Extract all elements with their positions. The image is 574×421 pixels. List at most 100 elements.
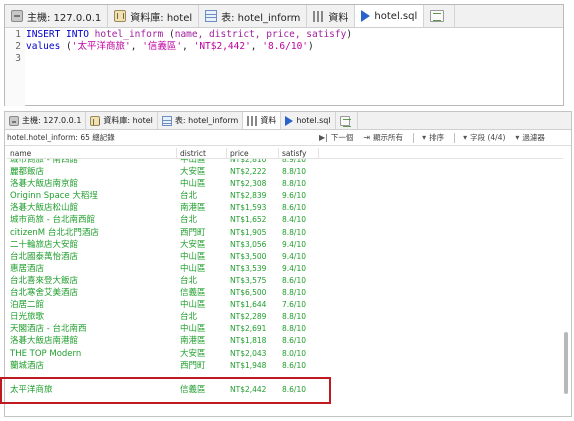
cell-district[interactable]: 南港區: [177, 335, 227, 347]
cell-satisfy[interactable]: 9.4/10: [279, 263, 319, 275]
table-row[interactable]: 二十輪旅店大安館 大安區 NT$3,056 9.4/10: [7, 239, 319, 251]
cell-name[interactable]: 城市商旅 - 台北南西館: [7, 214, 177, 226]
cell-satisfy[interactable]: 8.8/10: [279, 311, 319, 323]
cell-satisfy[interactable]: 8.6/10: [279, 275, 319, 287]
tab-data[interactable]: 資料: [243, 112, 282, 129]
cell-name[interactable]: [7, 372, 177, 384]
cell-district[interactable]: 大安區: [177, 348, 227, 360]
cell-satisfy[interactable]: 9.4/10: [279, 251, 319, 263]
tab-query[interactable]: hotel.sql: [281, 112, 336, 129]
cell-district[interactable]: 大安區: [177, 239, 227, 251]
cell-name[interactable]: 台北寒舍艾美酒店: [7, 287, 177, 299]
cell-price[interactable]: NT$2,289: [227, 311, 279, 323]
cell-name[interactable]: THE TOP Modern: [7, 348, 177, 360]
table-row[interactable]: 洛碁大飯店南京館 中山區 NT$2,308 8.8/10: [7, 178, 319, 190]
cell-name[interactable]: Originn Space 大稻埕: [7, 190, 177, 202]
sort-button[interactable]: ▾ 排序: [422, 132, 444, 143]
cell-price[interactable]: NT$2,222: [227, 166, 279, 178]
cell-price[interactable]: NT$2,839: [227, 190, 279, 202]
cell-price[interactable]: NT$1,644: [227, 299, 279, 311]
table-row[interactable]: 台北國泰萬怡酒店 中山區 NT$3,500 9.4/10: [7, 251, 319, 263]
cell-satisfy[interactable]: 8.9/10: [279, 159, 319, 166]
cell-satisfy[interactable]: 8.4/10: [279, 214, 319, 226]
tab-new-query[interactable]: [336, 112, 358, 129]
cell-district[interactable]: 南港區: [177, 202, 227, 214]
cell-price[interactable]: NT$3,539: [227, 263, 279, 275]
cell-price[interactable]: NT$1,818: [227, 335, 279, 347]
cell-price[interactable]: NT$3,056: [227, 239, 279, 251]
cell-satisfy[interactable]: 8.8/10: [279, 287, 319, 299]
cell-name[interactable]: 台北喜來登大飯店: [7, 275, 177, 287]
cell-satisfy[interactable]: 7.6/10: [279, 299, 319, 311]
cell-price[interactable]: NT$1,948: [227, 360, 279, 372]
table-row[interactable]: 台北寒舍艾美酒店 信義區 NT$6,500 8.8/10: [7, 287, 319, 299]
cell-price[interactable]: NT$3,575: [227, 275, 279, 287]
cell-district[interactable]: 中山區: [177, 299, 227, 311]
cell-name[interactable]: 城市商旅 - 南西館: [7, 159, 177, 166]
tab-host[interactable]: 主機: 127.0.0.1: [5, 5, 109, 27]
table-row[interactable]: 太平洋商旅 信義區 NT$2,442 8.6/10: [7, 384, 319, 396]
cell-district[interactable]: 信義區: [177, 287, 227, 299]
cell-name[interactable]: 天閣酒店 - 台北南西: [7, 323, 177, 335]
cell-price[interactable]: NT$1,652: [227, 214, 279, 226]
filter-button[interactable]: ▾ 過濾器: [515, 132, 545, 143]
cell-district[interactable]: 大安區: [177, 166, 227, 178]
cell-satisfy[interactable]: 8.8/10: [279, 178, 319, 190]
table-row[interactable]: 洛碁大飯店南港館 南港區 NT$1,818 8.6/10: [7, 335, 319, 347]
cell-satisfy[interactable]: 8.6/10: [279, 202, 319, 214]
result-grid[interactable]: name district price satisfy 城市商旅 - 南西館 中山…: [7, 148, 563, 414]
cell-district[interactable]: [177, 372, 227, 384]
cell-satisfy[interactable]: 8.6/10: [279, 360, 319, 372]
tab-database[interactable]: 資料庫: hotel: [108, 5, 200, 27]
cell-price[interactable]: NT$2,308: [227, 178, 279, 190]
cell-district[interactable]: 西門町: [177, 227, 227, 239]
show-all-button[interactable]: ⇥ 顯示所有: [363, 132, 403, 143]
tab-database[interactable]: 資料庫: hotel: [86, 112, 158, 129]
table-row[interactable]: 蘭城酒店 西門町 NT$1,948 8.6/10: [7, 360, 319, 372]
cell-district[interactable]: 台北: [177, 275, 227, 287]
cell-price[interactable]: NT$2,442: [227, 384, 279, 396]
column-header-name[interactable]: name: [7, 148, 177, 158]
cell-name[interactable]: 洛碁大飯店南京館: [7, 178, 177, 190]
cell-district[interactable]: 中山區: [177, 263, 227, 275]
cell-district[interactable]: 中山區: [177, 159, 227, 166]
cell-satisfy[interactable]: 8.8/10: [279, 227, 319, 239]
table-row[interactable]: THE TOP Modern 大安區 NT$2,043 8.0/10: [7, 348, 319, 360]
cell-satisfy[interactable]: 8.8/10: [279, 166, 319, 178]
tab-query[interactable]: hotel.sql: [355, 5, 425, 27]
cell-price[interactable]: NT$2,810: [227, 159, 279, 166]
cell-price[interactable]: [227, 372, 279, 384]
cell-name[interactable]: 太平洋商旅: [7, 384, 177, 396]
cell-satisfy[interactable]: [279, 372, 319, 384]
cell-name[interactable]: 蘭城酒店: [7, 360, 177, 372]
tab-table[interactable]: 表: hotel_inform: [199, 5, 308, 27]
table-row[interactable]: 天閣酒店 - 台北南西 中山區 NT$2,691 8.8/10: [7, 323, 319, 335]
cell-name[interactable]: 二十輪旅店大安館: [7, 239, 177, 251]
cell-price[interactable]: NT$3,500: [227, 251, 279, 263]
cell-district[interactable]: 信義區: [177, 384, 227, 396]
cell-satisfy[interactable]: 8.6/10: [279, 335, 319, 347]
cell-satisfy[interactable]: 9.4/10: [279, 239, 319, 251]
columns-button[interactable]: ▾ 字段 (4/4): [463, 132, 505, 143]
cell-name[interactable]: 洛碁大飯店南港館: [7, 335, 177, 347]
cell-satisfy[interactable]: 8.6/10: [279, 384, 319, 396]
table-row[interactable]: 麗都飯店 大安區 NT$2,222 8.8/10: [7, 166, 319, 178]
cell-district[interactable]: 中山區: [177, 251, 227, 263]
cell-name[interactable]: 洛碁大飯店松山館: [7, 202, 177, 214]
vertical-scrollbar[interactable]: [563, 148, 569, 412]
cell-price[interactable]: NT$2,043: [227, 348, 279, 360]
column-header-satisfy[interactable]: satisfy: [279, 148, 319, 158]
column-header-price[interactable]: price: [227, 148, 279, 158]
cell-district[interactable]: 台北: [177, 190, 227, 202]
cell-name[interactable]: citizenM 台北北門酒店: [7, 227, 177, 239]
cell-district[interactable]: 台北: [177, 311, 227, 323]
next-button[interactable]: ▶| 下一個: [319, 132, 353, 143]
table-row[interactable]: 城市商旅 - 台北南西館 台北 NT$1,652 8.4/10: [7, 214, 319, 226]
cell-price[interactable]: NT$2,691: [227, 323, 279, 335]
cell-district[interactable]: 台北: [177, 214, 227, 226]
cell-price[interactable]: NT$6,500: [227, 287, 279, 299]
tab-host[interactable]: 主機: 127.0.0.1: [5, 112, 87, 129]
cell-satisfy[interactable]: 8.8/10: [279, 323, 319, 335]
cell-name[interactable]: 日光旅歌: [7, 311, 177, 323]
cell-name[interactable]: 麗都飯店: [7, 166, 177, 178]
